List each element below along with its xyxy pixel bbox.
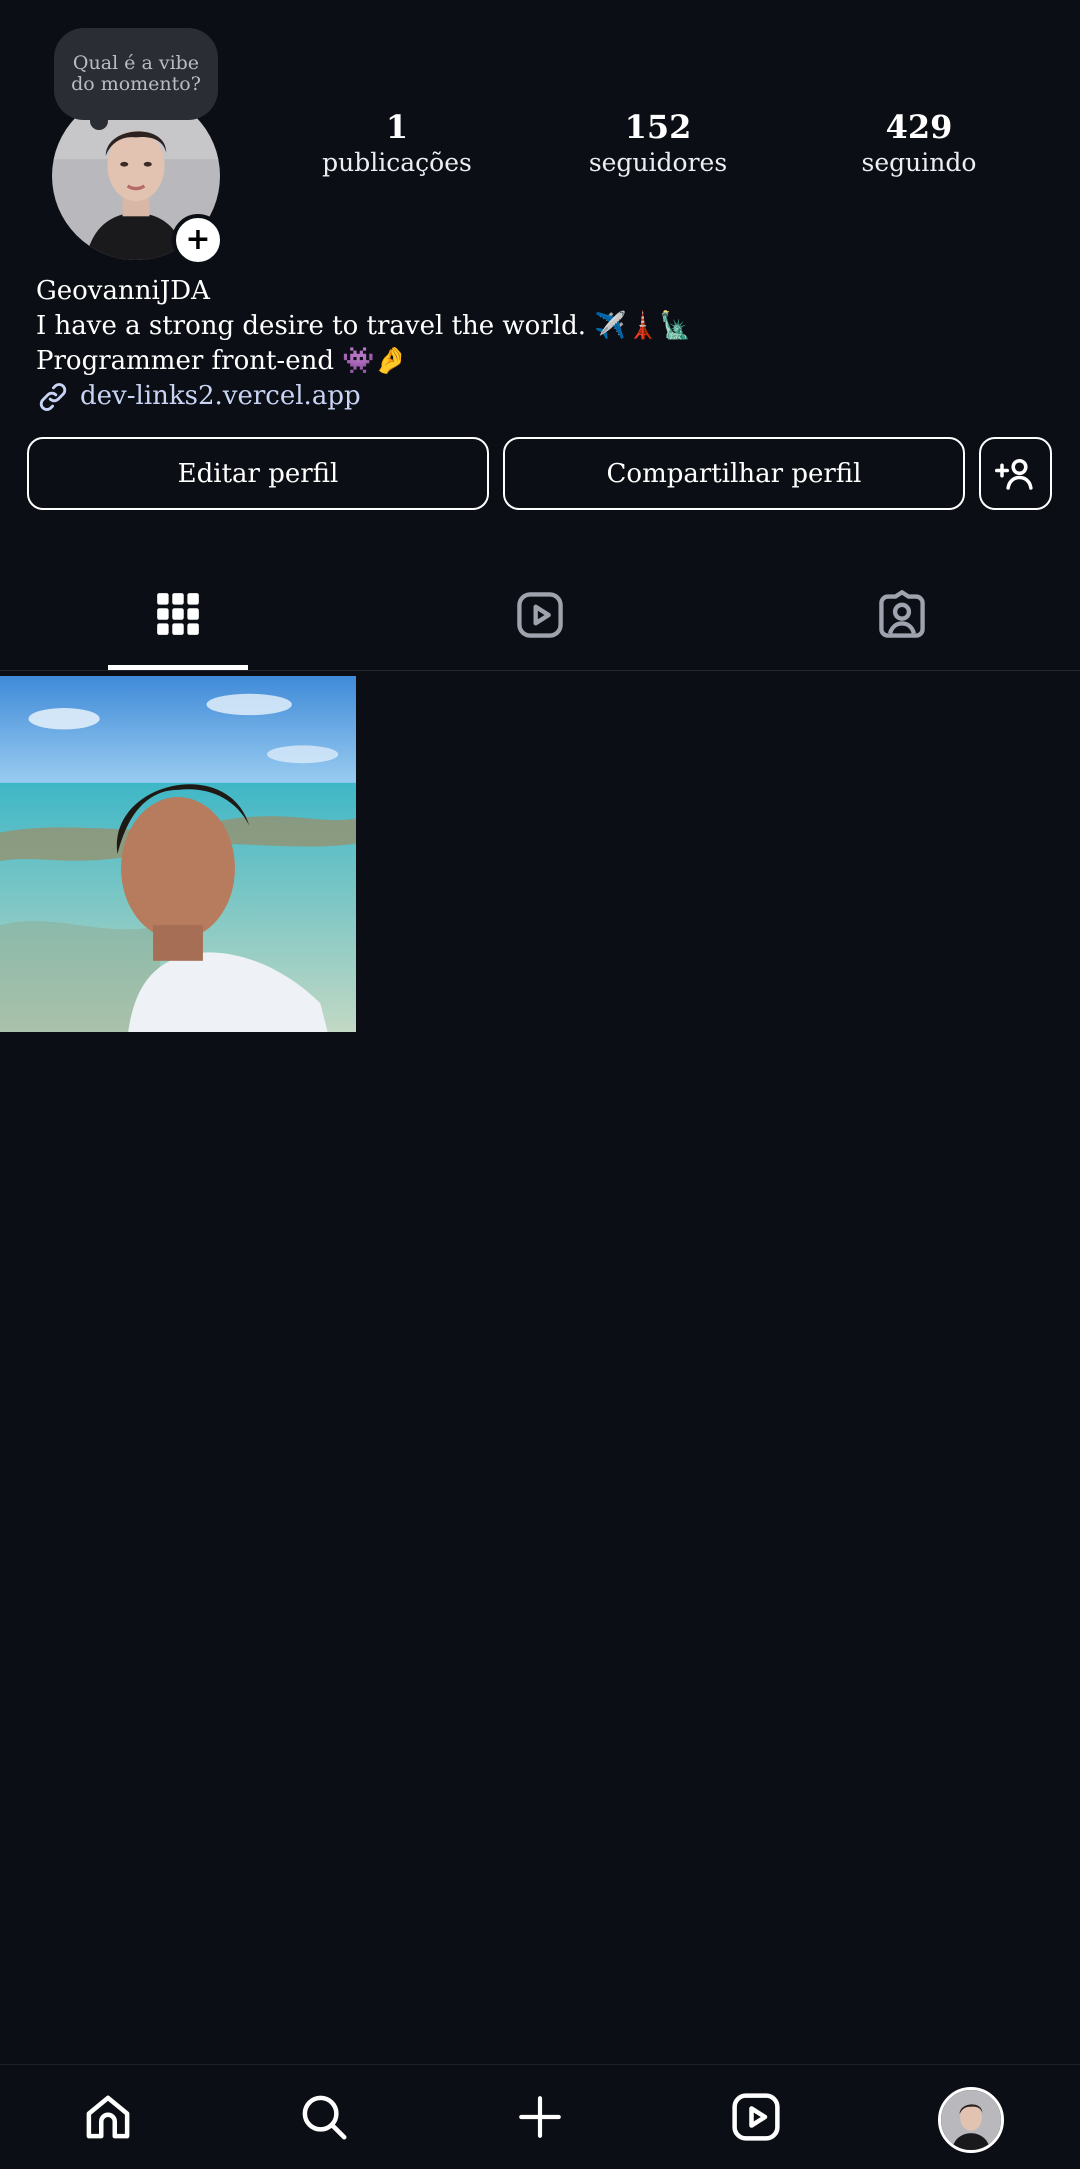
- bio-line-1: I have a strong desire to travel the wor…: [36, 311, 692, 341]
- nav-profile-avatar: [938, 2087, 1004, 2153]
- tab-reels[interactable]: [470, 565, 610, 670]
- profile-username: GeovanniJDA: [36, 276, 210, 306]
- posts-label: publicações: [322, 148, 472, 177]
- home-icon: [86, 2095, 130, 2139]
- posts-count: 1: [385, 108, 409, 146]
- grid-post[interactable]: [0, 676, 356, 1032]
- bio-line-2: Programmer front-end 👾🤌: [36, 346, 408, 376]
- followers-count: 152: [624, 108, 692, 146]
- post-image: [0, 676, 356, 1032]
- tagged-icon: [879, 590, 925, 638]
- link-icon: [39, 382, 67, 411]
- followers-label: seguidores: [588, 148, 728, 177]
- nav-create[interactable]: [508, 2085, 572, 2149]
- nav-reels[interactable]: [724, 2085, 788, 2149]
- edit-profile-button[interactable]: Editar perfil: [27, 437, 489, 510]
- active-tab-indicator: [108, 665, 248, 670]
- grid-icon: [157, 593, 199, 635]
- reels-icon: [517, 592, 563, 638]
- stat-posts[interactable]: 1 publicações: [287, 108, 507, 180]
- note-bubble[interactable]: Qual é a vibe do momento?: [54, 28, 218, 130]
- bottom-navigation: [0, 2064, 1080, 2169]
- share-profile-button[interactable]: Compartilhar perfil: [503, 437, 965, 510]
- nav-search[interactable]: [292, 2085, 356, 2149]
- link-text: dev-links2.vercel.app: [80, 381, 361, 411]
- stat-followers[interactable]: 152 seguidores: [548, 108, 768, 180]
- reels-nav-icon: [732, 2093, 780, 2141]
- profile-link[interactable]: dev-links2.vercel.app: [36, 379, 1036, 414]
- search-icon: [302, 2095, 347, 2140]
- nav-profile[interactable]: [938, 2087, 1004, 2153]
- add-story-button[interactable]: +: [172, 214, 224, 266]
- nav-home[interactable]: [76, 2085, 140, 2149]
- following-count: 429: [885, 108, 953, 146]
- stat-following[interactable]: 429 seguindo: [809, 108, 1029, 180]
- profile-bio: GeovanniJDA I have a strong desire to tr…: [36, 274, 1036, 414]
- tab-posts-grid[interactable]: [108, 565, 248, 670]
- add-user-icon: [994, 458, 1033, 490]
- profile-tabs: [0, 565, 1080, 671]
- tab-tagged[interactable]: [832, 565, 972, 670]
- nav-avatar-image: [941, 2090, 1001, 2150]
- discover-people-button[interactable]: [979, 437, 1052, 510]
- following-label: seguindo: [861, 148, 977, 177]
- create-icon: [519, 2096, 561, 2138]
- note-text: Qual é a vibe do momento?: [71, 52, 201, 95]
